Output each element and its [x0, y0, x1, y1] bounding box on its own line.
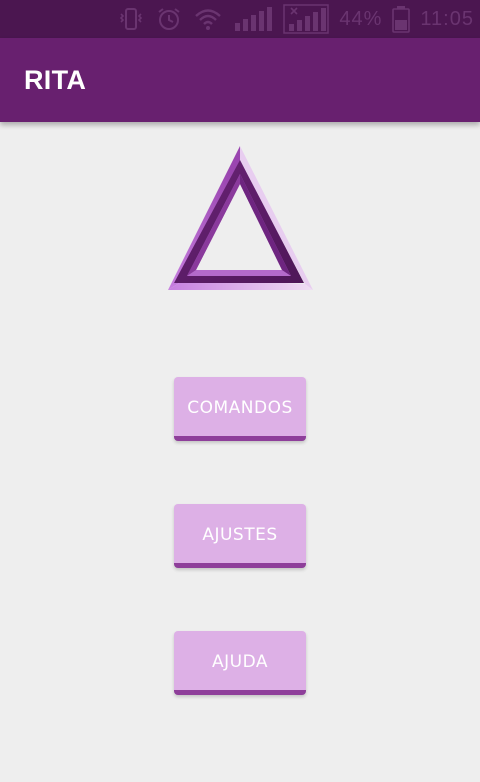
vibrate-icon	[117, 5, 145, 33]
battery-icon	[392, 5, 411, 33]
status-bar: 44% 11:05	[0, 0, 480, 38]
triangle-logo-icon	[163, 140, 315, 300]
app-title: RITA	[24, 64, 87, 95]
wifi-icon	[193, 5, 223, 33]
alarm-icon	[155, 5, 183, 33]
comandos-button[interactable]: COMANDOS	[174, 377, 306, 441]
clock: 11:05	[420, 7, 474, 30]
signal-sim1-icon	[233, 5, 273, 33]
ajustes-button[interactable]: AJUSTES	[174, 504, 306, 568]
ajuda-button[interactable]: AJUDA	[174, 631, 306, 695]
signal-sim2-icon	[283, 4, 330, 34]
app-bar: RITA	[0, 38, 480, 122]
battery-percent: 44%	[339, 7, 383, 30]
